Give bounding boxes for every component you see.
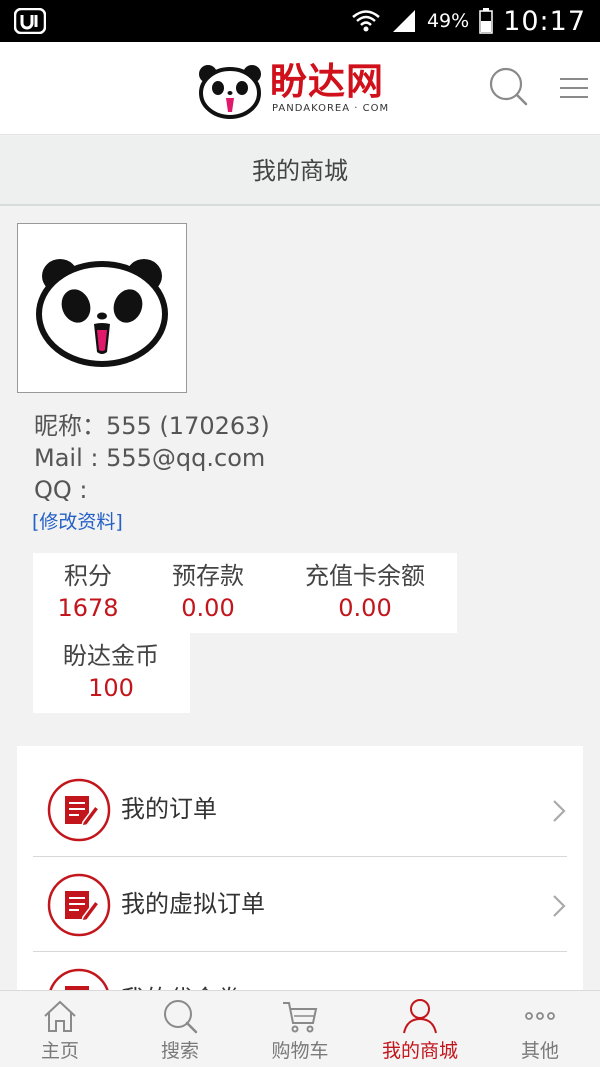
hamburger-menu-icon[interactable] [558,76,590,100]
logo-text-en: PANDAKOREA · COM [272,103,390,114]
nav-label: 我的商城 [381,1040,458,1062]
panda-avatar-icon [36,259,168,367]
order-icon [47,778,111,842]
account-stats-coins: 盼达金币 100 [33,633,190,713]
wifi-icon [352,10,380,32]
chevron-right-icon [553,800,566,822]
stat-label: 充值卡余额 [305,562,425,590]
clock: 10:17 [503,5,586,37]
qq-text: QQ : [34,476,88,504]
stat-value: 0.00 [181,594,235,622]
search-icon [164,1000,198,1034]
menu-item-label: 我的虚拟订单 [121,890,265,918]
stat-points[interactable]: 积分 1678 [47,559,129,623]
avatar[interactable] [17,223,187,393]
order-icon [47,873,111,937]
battery-percent: 49% [426,10,470,32]
stat-label: 预存款 [172,562,244,590]
signal-icon [392,10,415,32]
panda-logo-icon [199,65,261,119]
mail-text: Mail : 555@qq.com [34,444,266,472]
nav-my-mall[interactable]: 我的商城 [360,991,480,1067]
page-title: 我的商城 [252,157,348,185]
nickname-text: 昵称：555 (170263) [34,412,270,440]
pandakorea-logo[interactable]: 盼达网 PANDAKOREA · COM [196,60,426,120]
chevron-right-icon [553,895,566,917]
stat-value: 1678 [57,594,119,622]
stat-label: 盼达金币 [63,642,159,670]
menu-item-label: 我的订单 [121,795,217,823]
account-menu: 我的订单 我的虚拟订单 我的代金券 [17,746,583,1006]
nav-home[interactable]: 主页 [0,991,120,1067]
page-title-bar: 我的商城 [0,136,600,206]
user-icon [403,999,437,1034]
menu-item-orders[interactable]: 我的订单 [33,762,567,857]
nav-label: 搜索 [160,1040,199,1062]
nav-other[interactable]: 其他 [480,991,600,1067]
stat-card-balance[interactable]: 充值卡余额 0.00 [295,559,435,623]
status-bar: 49% 10:17 [0,0,600,42]
battery-icon [479,8,493,34]
app-notification-icon [14,8,46,34]
edit-profile-link[interactable]: [修改资料] [32,508,123,536]
stat-deposit[interactable]: 预存款 0.00 [155,559,261,623]
cart-icon [283,1002,318,1033]
search-icon[interactable] [488,66,530,108]
logo-text-cn: 盼达网 [270,60,384,103]
nav-label: 主页 [40,1040,79,1062]
more-icon [525,1012,555,1020]
stat-value: 0.00 [338,594,392,622]
nav-search[interactable]: 搜索 [120,991,240,1067]
home-icon [44,1000,76,1032]
bottom-nav: 主页 搜索 购物车 我的商城 其他 [0,990,600,1067]
nav-label: 购物车 [271,1040,329,1062]
header: 盼达网 PANDAKOREA · COM [0,42,600,135]
stat-label: 积分 [64,562,112,590]
account-stats: 积分 1678 预存款 0.00 充值卡余额 0.00 [33,553,457,633]
nav-label: 其他 [520,1040,559,1062]
menu-item-virtual-orders[interactable]: 我的虚拟订单 [33,857,567,952]
stat-value: 100 [88,674,134,702]
nav-cart[interactable]: 购物车 [240,991,360,1067]
stat-gold-coins[interactable]: 盼达金币 100 [47,639,175,703]
